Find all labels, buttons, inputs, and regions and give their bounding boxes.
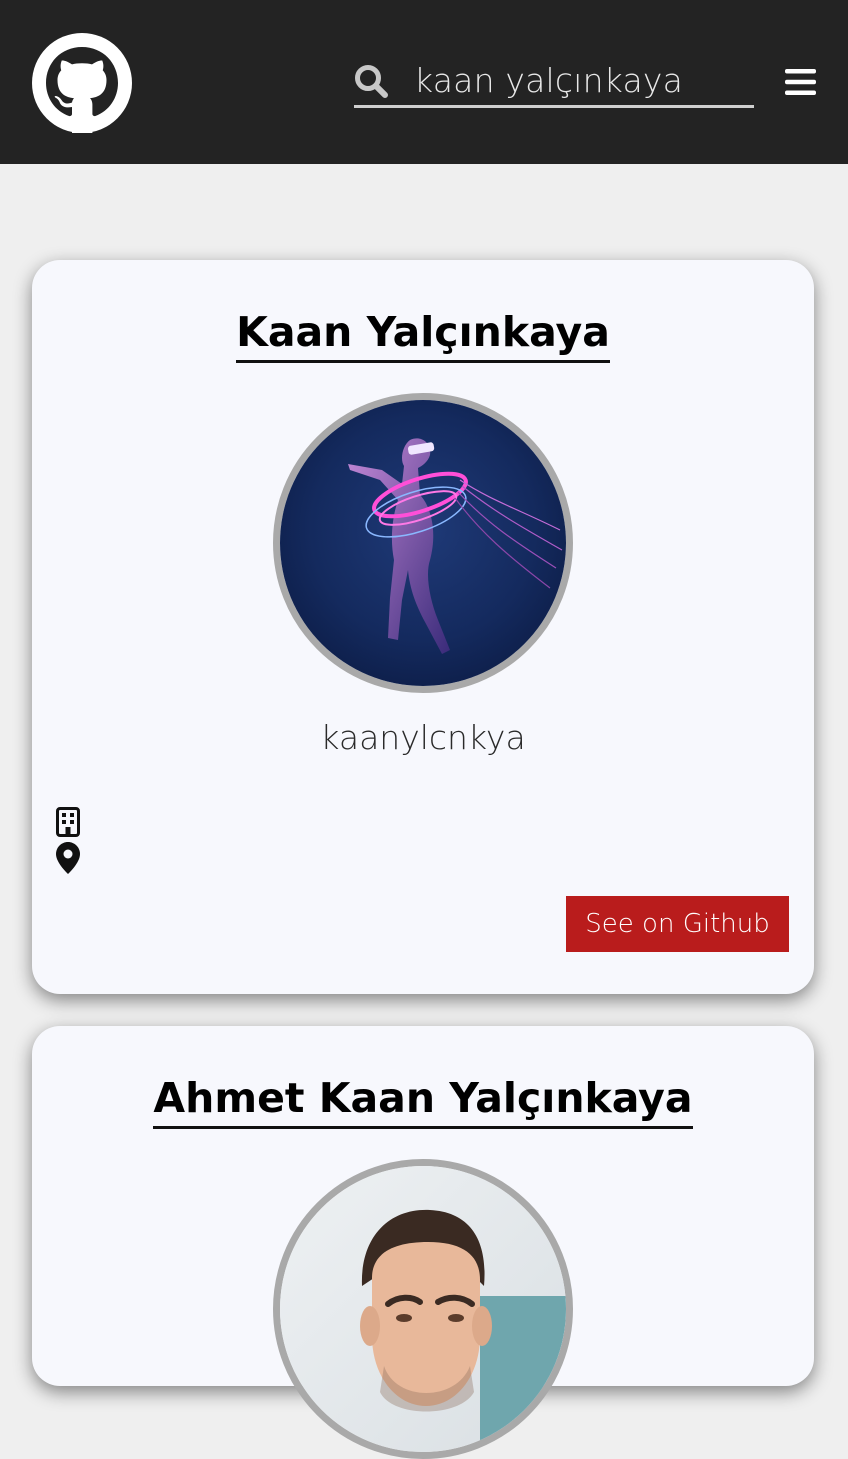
avatar [273,1159,573,1459]
search-bar[interactable] [354,56,754,108]
see-on-github-button[interactable]: See on Github [566,896,789,952]
user-name-heading: Ahmet Kaan Yalçınkaya [32,1074,814,1130]
search-icon[interactable] [354,64,388,98]
user-name: Ahmet Kaan Yalçınkaya [153,1074,693,1130]
username: kaanylcnkya [320,718,526,757]
user-card: Kaan Yalçınkaya kaanylcnkya See on Githu… [32,260,814,994]
avatar [273,393,573,693]
top-navbar [0,0,848,164]
building-icon [56,807,80,837]
hamburger-menu-icon[interactable] [785,68,816,96]
user-name: Kaan Yalçınkaya [236,308,610,364]
user-card: Ahmet Kaan Yalçınkaya [32,1026,814,1459]
github-logo-icon[interactable] [32,33,132,133]
map-pin-icon [56,842,80,874]
search-input[interactable] [414,56,744,104]
user-name-heading: Kaan Yalçınkaya [32,308,814,364]
